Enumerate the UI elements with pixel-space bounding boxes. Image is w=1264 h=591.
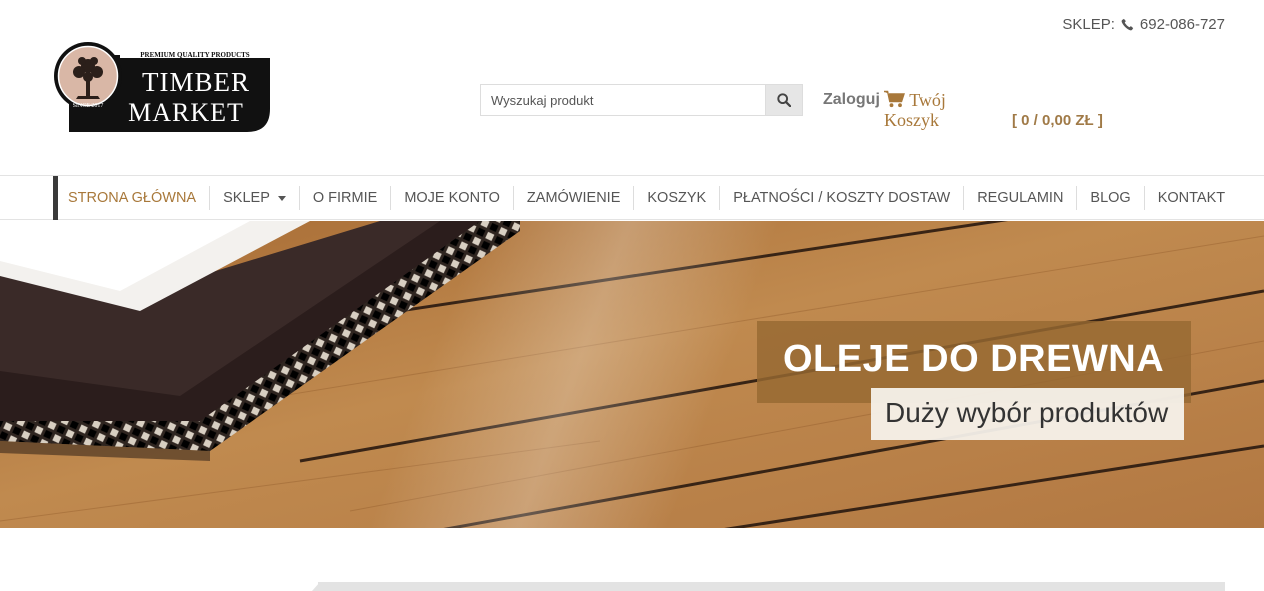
search-input[interactable] (480, 84, 765, 116)
shop-phone-info: SKLEP: 692-086-727 (1062, 16, 1225, 33)
nav-item-payments[interactable]: PŁATNOŚCI / KOSZTY DOSTAW (719, 186, 963, 210)
nav-item-order[interactable]: ZAMÓWIENIE (512, 186, 633, 210)
caret-down-icon (277, 195, 286, 201)
logo-since-text: SINCE 2017 (73, 103, 104, 109)
search-bar (480, 84, 803, 116)
nav-item-home[interactable]: STRONA GŁÓWNA (58, 186, 209, 210)
site-logo[interactable]: SINCE 2017 PREMIUM QUALITY PRODUCTS TIMB… (54, 41, 272, 134)
phone-icon (1121, 18, 1134, 31)
main-nav: STRONA GŁÓWNA SKLEP O FIRMIE MOJE KONTO … (0, 175, 1264, 220)
logo-brand-line2: MARKET (128, 98, 244, 127)
nav-item-terms[interactable]: REGULAMIN (963, 186, 1076, 210)
search-icon (777, 93, 791, 107)
logo-brand-line1: TIMBER (142, 67, 250, 97)
nav-item-shop[interactable]: SKLEP (209, 186, 299, 210)
nav-item-blog[interactable]: BLOG (1076, 186, 1143, 210)
hero-banner[interactable]: OLEJE DO DREWNA Duży wybór produktów (0, 221, 1264, 528)
phone-number[interactable]: 692-086-727 (1140, 16, 1225, 33)
logo-top-text: PREMIUM QUALITY PRODUCTS (140, 51, 250, 59)
login-link[interactable]: Zaloguj (823, 91, 880, 109)
cart-link[interactable]: Twój Koszyk (884, 90, 974, 130)
hero-title: OLEJE DO DREWNA (783, 338, 1165, 380)
nav-item-cart[interactable]: KOSZYK (633, 186, 719, 210)
cart-icon (884, 90, 905, 108)
nav-item-my-account[interactable]: MOJE KONTO (390, 186, 513, 210)
nav-item-contact[interactable]: KONTAKT (1143, 186, 1238, 210)
nav-item-about[interactable]: O FIRMIE (298, 186, 390, 210)
cart-total[interactable]: [ 0 / 0,00 ZŁ ] (1012, 112, 1103, 129)
content-section-bar (318, 582, 1225, 591)
hero-subtitle: Duży wybór produktów (885, 397, 1169, 428)
shop-label: SKLEP: (1062, 16, 1115, 33)
search-button[interactable] (765, 84, 803, 116)
